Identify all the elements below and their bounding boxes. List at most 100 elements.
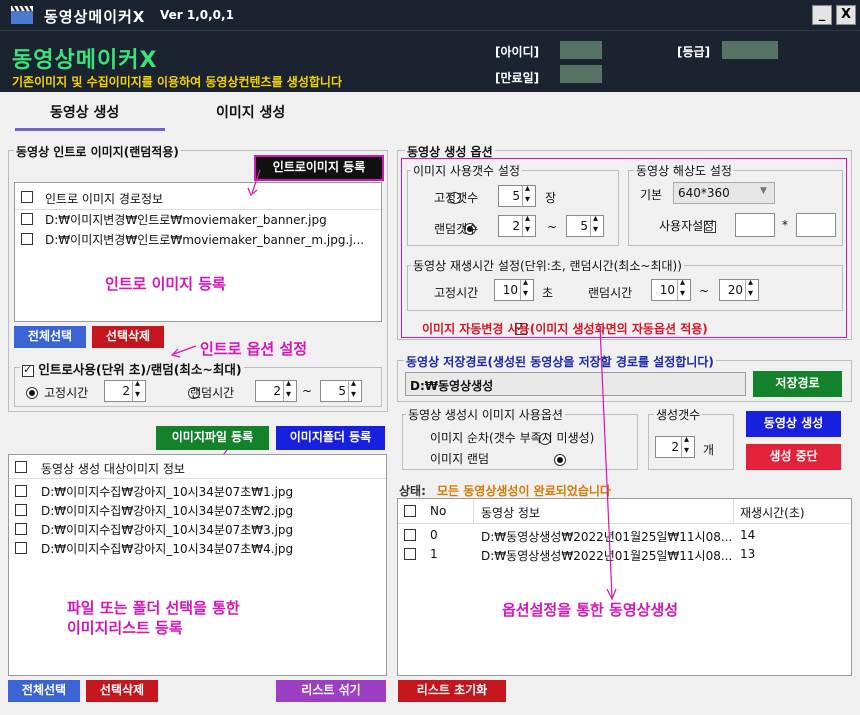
spinner-arrows-icon[interactable] bbox=[590, 213, 603, 236]
stop-generation-button[interactable]: 생성 중단 bbox=[746, 444, 841, 470]
intro-fixed-time-label: 고정시간 bbox=[44, 386, 89, 400]
fixed-count-label: 고정갯수 bbox=[434, 191, 479, 205]
spinner-arrows-icon[interactable] bbox=[348, 378, 361, 401]
app-header: 동영상메이커X 기존이미지 및 수집이미지를 이용하여 동영상컨텐츠를 생성합니… bbox=[0, 30, 860, 92]
image-file-item[interactable]: D:₩이미지수집₩강아지_10시34분07초₩4.jpg bbox=[41, 540, 293, 557]
spinner-value: 20 bbox=[727, 283, 743, 297]
generate-video-button[interactable]: 동영상 생성 bbox=[746, 411, 841, 437]
custom-height-input[interactable] bbox=[796, 213, 836, 237]
intro-select-all-checkbox[interactable] bbox=[21, 191, 33, 203]
fixed-count-spinner[interactable]: 5 bbox=[498, 183, 536, 207]
annotation-arrow bbox=[599, 326, 617, 601]
spinner-arrows-icon[interactable] bbox=[522, 213, 535, 236]
spinner-arrows-icon[interactable] bbox=[522, 183, 535, 206]
row-checkbox[interactable] bbox=[404, 548, 416, 560]
grade-label: [등급] bbox=[677, 45, 711, 59]
spinner-value: 2 bbox=[122, 384, 130, 398]
image-random-radio[interactable] bbox=[554, 453, 567, 466]
intro-random-min-spinner[interactable]: 2 bbox=[255, 378, 297, 402]
fixed-playtime-label: 고정시간 bbox=[434, 286, 479, 300]
spinner-arrows-icon[interactable] bbox=[681, 434, 694, 457]
version-label: Ver 1,0,0,1 bbox=[160, 8, 234, 22]
intro-list-header: 인트로 이미지 경로정보 bbox=[45, 192, 164, 206]
save-path-value: D:₩동영상생성 bbox=[410, 379, 494, 393]
basic-resolution-label: 기본 bbox=[640, 188, 663, 202]
brand-title: 동영상메이커X bbox=[12, 48, 158, 73]
image-file-checkbox[interactable] bbox=[15, 485, 27, 497]
image-list-header: 동영상 생성 대상이미지 정보 bbox=[41, 462, 185, 476]
spinner-arrows-icon[interactable] bbox=[745, 277, 758, 300]
image-usage-title: 동영상 생성시 이미지 사용옵션 bbox=[406, 406, 565, 423]
spinner-value: 2 bbox=[273, 384, 281, 398]
spinner-arrows-icon[interactable] bbox=[520, 277, 533, 300]
intro-fixed-time-spinner[interactable]: 2 bbox=[104, 378, 146, 402]
unit-jang-label: 장 bbox=[545, 191, 557, 205]
minimize-button[interactable]: _ bbox=[812, 5, 832, 25]
tilde-label: ~ bbox=[547, 220, 558, 234]
list-divider bbox=[9, 478, 386, 479]
resolution-select[interactable]: 640*360 ▼ bbox=[673, 182, 775, 204]
intro-fixed-time-radio[interactable] bbox=[26, 386, 38, 399]
user-id-label: [아이디] bbox=[495, 45, 540, 59]
save-path-input[interactable]: D:₩동영상생성 bbox=[405, 372, 746, 396]
close-button[interactable]: X bbox=[836, 5, 856, 25]
grade-value bbox=[722, 41, 778, 59]
times-label: * bbox=[782, 218, 788, 232]
intro-delete-selected-button[interactable]: 선택삭제 bbox=[92, 326, 164, 348]
intro-group-title: 동영상 인트로 이미지(랜덤적용) bbox=[14, 143, 181, 160]
tab-image-generate[interactable]: 이미지 생성 bbox=[216, 102, 285, 122]
resolution-value: 640*360 bbox=[678, 186, 730, 200]
status-label: 상태: bbox=[399, 484, 426, 498]
column-header-time: 재생시간(초) bbox=[740, 506, 805, 520]
image-file-checkbox[interactable] bbox=[15, 523, 27, 535]
random-playtime-max-spinner[interactable]: 20 bbox=[719, 277, 759, 301]
random-playtime-min-spinner[interactable]: 10 bbox=[651, 277, 691, 301]
image-file-register-button[interactable]: 이미지파일 등록 bbox=[156, 426, 269, 450]
image-select-all-checkbox[interactable] bbox=[15, 461, 27, 473]
image-file-item[interactable]: D:₩이미지수집₩강아지_10시34분07초₩1.jpg bbox=[41, 483, 293, 500]
image-select-all-button[interactable]: 전체선택 bbox=[8, 680, 80, 702]
intro-random-max-spinner[interactable]: 5 bbox=[320, 378, 362, 402]
image-count-title: 이미지 사용갯수 설정 bbox=[411, 162, 522, 179]
spinner-arrows-icon[interactable] bbox=[132, 378, 145, 401]
tab-video-generate[interactable]: 동영상 생성 bbox=[50, 102, 119, 122]
list-reset-button[interactable]: 리스트 초기화 bbox=[398, 680, 506, 702]
annotation-arrow bbox=[170, 345, 197, 358]
random-count-min-spinner[interactable]: 2 bbox=[498, 213, 536, 237]
image-file-checkbox[interactable] bbox=[15, 542, 27, 554]
gen-count-spinner[interactable]: 2 bbox=[655, 434, 695, 458]
intro-file-item[interactable]: D:₩이미지변경₩인트로₩moviemaker_banner.jpg bbox=[45, 211, 327, 228]
intro-use-checkbox[interactable] bbox=[22, 363, 34, 377]
user-id-value bbox=[560, 41, 602, 59]
spinner-arrows-icon[interactable] bbox=[283, 378, 296, 401]
intro-register-annotation: 인트로 이미지 등록 bbox=[105, 275, 226, 293]
list-shuffle-button[interactable]: 리스트 섞기 bbox=[276, 680, 386, 702]
save-path-button[interactable]: 저장경로 bbox=[753, 371, 842, 397]
random-count-label: 랜덤갯수 bbox=[434, 222, 479, 236]
result-select-all-checkbox[interactable] bbox=[404, 505, 416, 517]
intro-use-option[interactable]: 인트로사용(단위 초)/랜덤(최소~최대) bbox=[20, 359, 244, 378]
image-sequential-label: 이미지 순차(갯수 부족시 미생성) bbox=[430, 431, 595, 445]
random-count-max-spinner[interactable]: 5 bbox=[566, 213, 604, 237]
unit-cho-label: 초 bbox=[542, 286, 554, 300]
image-file-item[interactable]: D:₩이미지수집₩강아지_10시34분07초₩3.jpg bbox=[41, 521, 293, 538]
image-file-checkbox[interactable] bbox=[15, 504, 27, 516]
image-file-item[interactable]: D:₩이미지수집₩강아지_10시34분07초₩2.jpg bbox=[41, 502, 293, 519]
spinner-arrows-icon[interactable] bbox=[677, 277, 690, 300]
intro-file-checkbox[interactable] bbox=[21, 213, 33, 225]
dropdown-arrow-icon[interactable]: ▼ bbox=[760, 186, 767, 196]
image-list-annotation-line2: 이미지리스트 등록 bbox=[67, 619, 183, 637]
intro-select-all-button[interactable]: 전체선택 bbox=[14, 326, 86, 348]
image-delete-selected-button[interactable]: 선택삭제 bbox=[86, 680, 158, 702]
gen-count-unit: 개 bbox=[703, 443, 715, 457]
image-folder-register-button[interactable]: 이미지폴더 등록 bbox=[276, 426, 385, 450]
spinner-value: 10 bbox=[502, 283, 518, 297]
resolution-title: 동영상 해상도 설정 bbox=[634, 162, 734, 179]
custom-width-input[interactable] bbox=[735, 213, 775, 237]
row-checkbox[interactable] bbox=[404, 529, 416, 541]
intro-register-button[interactable]: 인트로이미지 등록 bbox=[254, 155, 384, 181]
spinner-value: 5 bbox=[512, 189, 520, 203]
intro-file-item[interactable]: D:₩이미지변경₩인트로₩moviemaker_banner_m.jpg.j..… bbox=[45, 231, 364, 248]
intro-file-checkbox[interactable] bbox=[21, 233, 33, 245]
fixed-playtime-spinner[interactable]: 10 bbox=[494, 277, 534, 301]
